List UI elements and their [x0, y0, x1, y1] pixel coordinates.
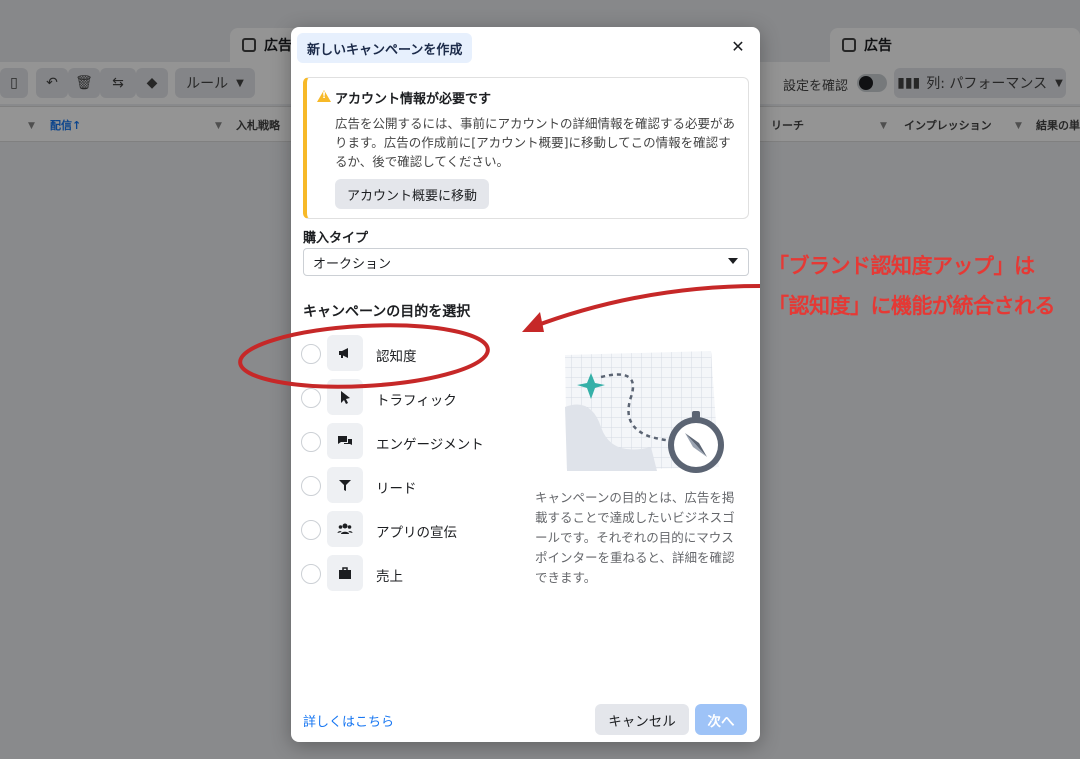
objective-heading: キャンペーンの目的を選択	[303, 304, 471, 320]
purchase-type-value: オークション	[313, 256, 392, 272]
create-campaign-modal: 新しいキャンペーンを作成 ✕ アカウント情報が必要です 広告を公開するには、事前…	[291, 27, 760, 742]
learn-more-link[interactable]: 詳しくはこちら	[303, 711, 394, 730]
caret-down-icon	[728, 258, 738, 264]
chat-bubbles-icon	[327, 423, 363, 459]
modal-title: 新しいキャンペーンを作成	[297, 33, 473, 63]
purchase-type-label: 購入タイプ	[303, 231, 369, 246]
cursor-icon	[327, 379, 363, 415]
next-button[interactable]: 次へ	[695, 704, 747, 735]
objective-radio[interactable]	[301, 520, 321, 540]
objective-radio[interactable]	[301, 476, 321, 496]
objective-radio[interactable]	[301, 564, 321, 584]
objective-traffic[interactable]: トラフィック	[301, 379, 521, 417]
objective-leads[interactable]: リード	[301, 467, 521, 505]
objective-sales[interactable]: 売上	[301, 555, 521, 593]
map-compass-illustration	[565, 351, 724, 473]
cancel-button[interactable]: キャンセル	[595, 704, 689, 735]
warning-icon	[317, 90, 331, 102]
objective-label: 売上	[376, 569, 403, 585]
objective-engagement[interactable]: エンゲージメント	[301, 423, 521, 461]
account-info-alert: アカウント情報が必要です 広告を公開するには、事前にアカウントの詳細情報を確認す…	[303, 77, 749, 219]
objective-label: トラフィック	[376, 393, 457, 409]
close-icon[interactable]: ✕	[730, 39, 746, 55]
funnel-icon	[327, 467, 363, 503]
annotation-text-line2: 「認知度」に機能が統合される	[768, 294, 1056, 318]
objective-awareness[interactable]: 認知度	[301, 335, 521, 373]
objective-label: 認知度	[376, 349, 417, 365]
briefcase-icon	[327, 555, 363, 591]
alert-body: 広告を公開するには、事前にアカウントの詳細情報を確認する必要があります。広告の作…	[335, 116, 736, 169]
go-to-account-overview-button[interactable]: アカウント概要に移動	[335, 179, 490, 209]
objective-app-promotion[interactable]: アプリの宣伝	[301, 511, 521, 549]
objective-label: リード	[376, 481, 417, 497]
objective-radio[interactable]	[301, 388, 321, 408]
megaphone-icon	[327, 335, 363, 371]
objective-label: アプリの宣伝	[376, 525, 457, 541]
objective-label: エンゲージメント	[376, 437, 484, 453]
objective-radio[interactable]	[301, 432, 321, 452]
alert-title: アカウント情報が必要です	[335, 92, 492, 107]
objective-description: キャンペーンの目的とは、広告を掲載することで達成したいビジネスゴールです。それぞ…	[535, 490, 735, 585]
annotation-text-line1: 「ブランド認知度アップ」は	[768, 254, 1035, 278]
purchase-type-select[interactable]: オークション	[303, 248, 749, 276]
objective-radio[interactable]	[301, 344, 321, 364]
people-icon	[327, 511, 363, 547]
